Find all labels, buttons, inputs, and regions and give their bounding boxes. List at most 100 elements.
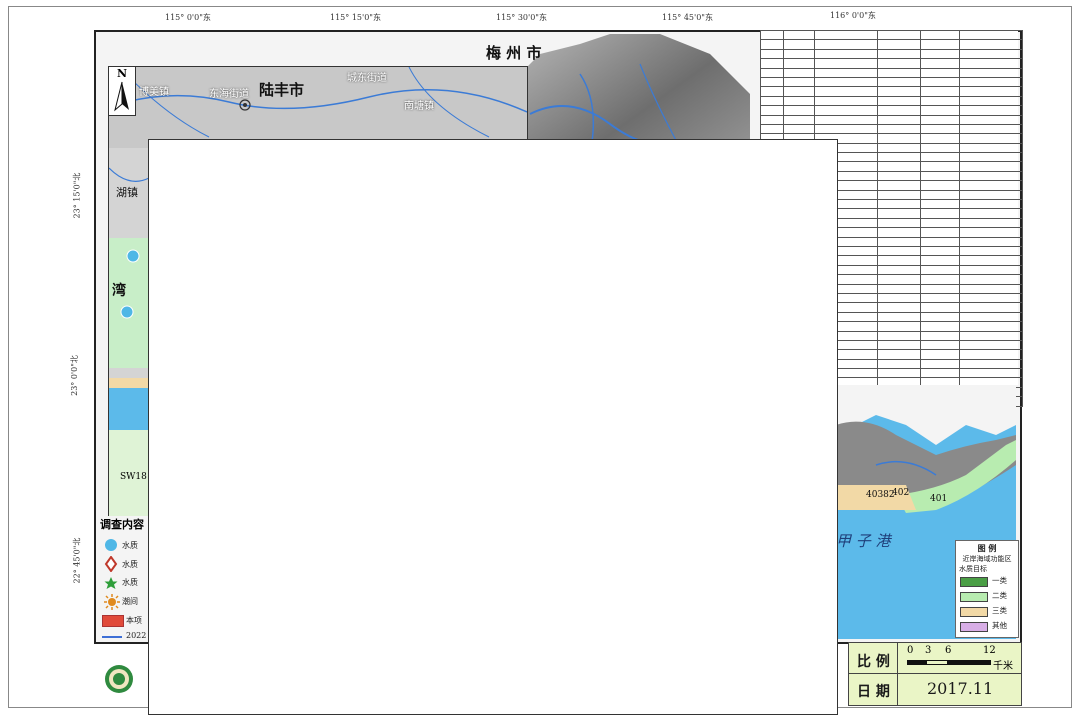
table-cell	[877, 245, 921, 257]
city-label-lufeng: 陆丰市	[259, 81, 305, 99]
table-cell	[959, 321, 1023, 332]
table-cell	[877, 321, 921, 332]
table-cell	[959, 302, 1023, 313]
table-cell	[877, 142, 921, 154]
table-cell	[877, 114, 921, 125]
legend-label: 一类	[992, 576, 1007, 585]
table-cell	[959, 133, 1023, 144]
table-cell	[920, 123, 960, 135]
emblem-logo	[105, 665, 133, 693]
table-cell	[920, 245, 960, 257]
table-cell	[920, 358, 960, 370]
table-cell	[920, 311, 960, 323]
legend-subtitle: 近岸海域功能区	[962, 555, 1012, 563]
table-cell	[877, 123, 921, 135]
table-cell	[783, 114, 815, 125]
table-cell	[959, 255, 1023, 266]
table-cell	[760, 95, 784, 107]
table-cell	[877, 339, 921, 351]
table-row	[760, 48, 1023, 60]
table-cell	[920, 133, 960, 144]
table-cell	[877, 39, 921, 50]
latitude-label: 23° 15'0"北	[72, 172, 82, 219]
table-cell	[959, 123, 1023, 135]
scale-tick: 3	[925, 645, 932, 656]
longitude-label: 115° 0'0"东	[165, 13, 211, 22]
table-cell	[959, 180, 1023, 191]
table-cell	[959, 95, 1023, 107]
scale-tick: 6	[945, 645, 952, 656]
table-row	[760, 105, 1023, 116]
table-cell	[959, 39, 1023, 50]
table-cell	[760, 123, 784, 135]
diamond-icon	[104, 556, 118, 572]
table-cell	[877, 105, 921, 116]
table-cell	[959, 217, 1023, 229]
table-cell	[760, 39, 784, 50]
table-cell	[877, 95, 921, 107]
table-cell	[877, 180, 921, 191]
table-cell	[783, 39, 815, 50]
zone-label: 402	[892, 488, 910, 498]
table-row	[760, 86, 1023, 97]
table-cell	[783, 76, 815, 88]
table-cell	[783, 67, 815, 78]
table-cell	[920, 292, 960, 304]
north-arrow-box: N	[109, 67, 136, 116]
longitude-label: 116° 0'0"东	[830, 11, 876, 20]
legend-swatch	[960, 607, 988, 617]
table-cell	[920, 180, 960, 191]
town-label: 城东街道	[347, 73, 387, 84]
latitude-label: 23° 0'0"北	[69, 355, 79, 396]
legend-swatch	[960, 622, 988, 632]
table-cell	[783, 105, 815, 116]
table-cell	[877, 274, 921, 285]
zone-label: 401	[930, 494, 948, 504]
table-cell	[959, 48, 1023, 60]
table-cell	[959, 208, 1023, 219]
table-cell	[877, 311, 921, 323]
table-row	[760, 39, 1023, 50]
table-cell	[760, 105, 784, 116]
station-label: SW18	[120, 472, 147, 482]
table-cell	[877, 302, 921, 313]
table-cell	[877, 217, 921, 229]
town-label: 南塘镇	[404, 101, 434, 112]
table-cell	[920, 76, 960, 88]
survey-item-label: 2022	[126, 631, 147, 640]
legend-item: 二类	[960, 590, 1016, 602]
legend-item: 其他	[960, 620, 1016, 632]
table-cell	[814, 95, 878, 107]
table-cell	[920, 236, 960, 248]
table-cell	[877, 58, 921, 69]
table-cell	[814, 123, 878, 135]
table-cell	[959, 236, 1023, 248]
table-cell	[814, 114, 878, 125]
table-cell	[959, 114, 1023, 125]
table-cell	[814, 29, 878, 41]
survey-item-label: 本项	[126, 616, 142, 625]
table-cell	[920, 217, 960, 229]
table-cell	[760, 76, 784, 88]
table-cell	[877, 255, 921, 266]
table-cell	[877, 76, 921, 88]
survey-legend: 水质 水质 水质 潮间 本项 2022	[100, 516, 148, 656]
table-cell	[920, 274, 960, 285]
blank-overlay-panel	[148, 139, 838, 715]
table-cell	[877, 29, 921, 41]
table-cell	[760, 86, 784, 97]
longitude-label: 115° 15'0"东	[330, 13, 381, 22]
scale-tick: 12	[983, 645, 996, 656]
legend-label: 三类	[992, 606, 1007, 615]
table-cell	[920, 349, 960, 360]
table-cell	[877, 283, 921, 294]
scale-unit: 千米	[993, 661, 1013, 672]
table-cell	[959, 349, 1023, 360]
table-cell	[877, 48, 921, 60]
table-cell	[783, 86, 815, 97]
table-cell	[920, 170, 960, 182]
legend-box: 图 例 近岸海域功能区 水质目标 一类 二类 三类 其他	[955, 540, 1019, 638]
longitude-label: 115° 45'0"东	[662, 13, 713, 22]
table-cell	[959, 105, 1023, 116]
table-cell	[959, 142, 1023, 154]
